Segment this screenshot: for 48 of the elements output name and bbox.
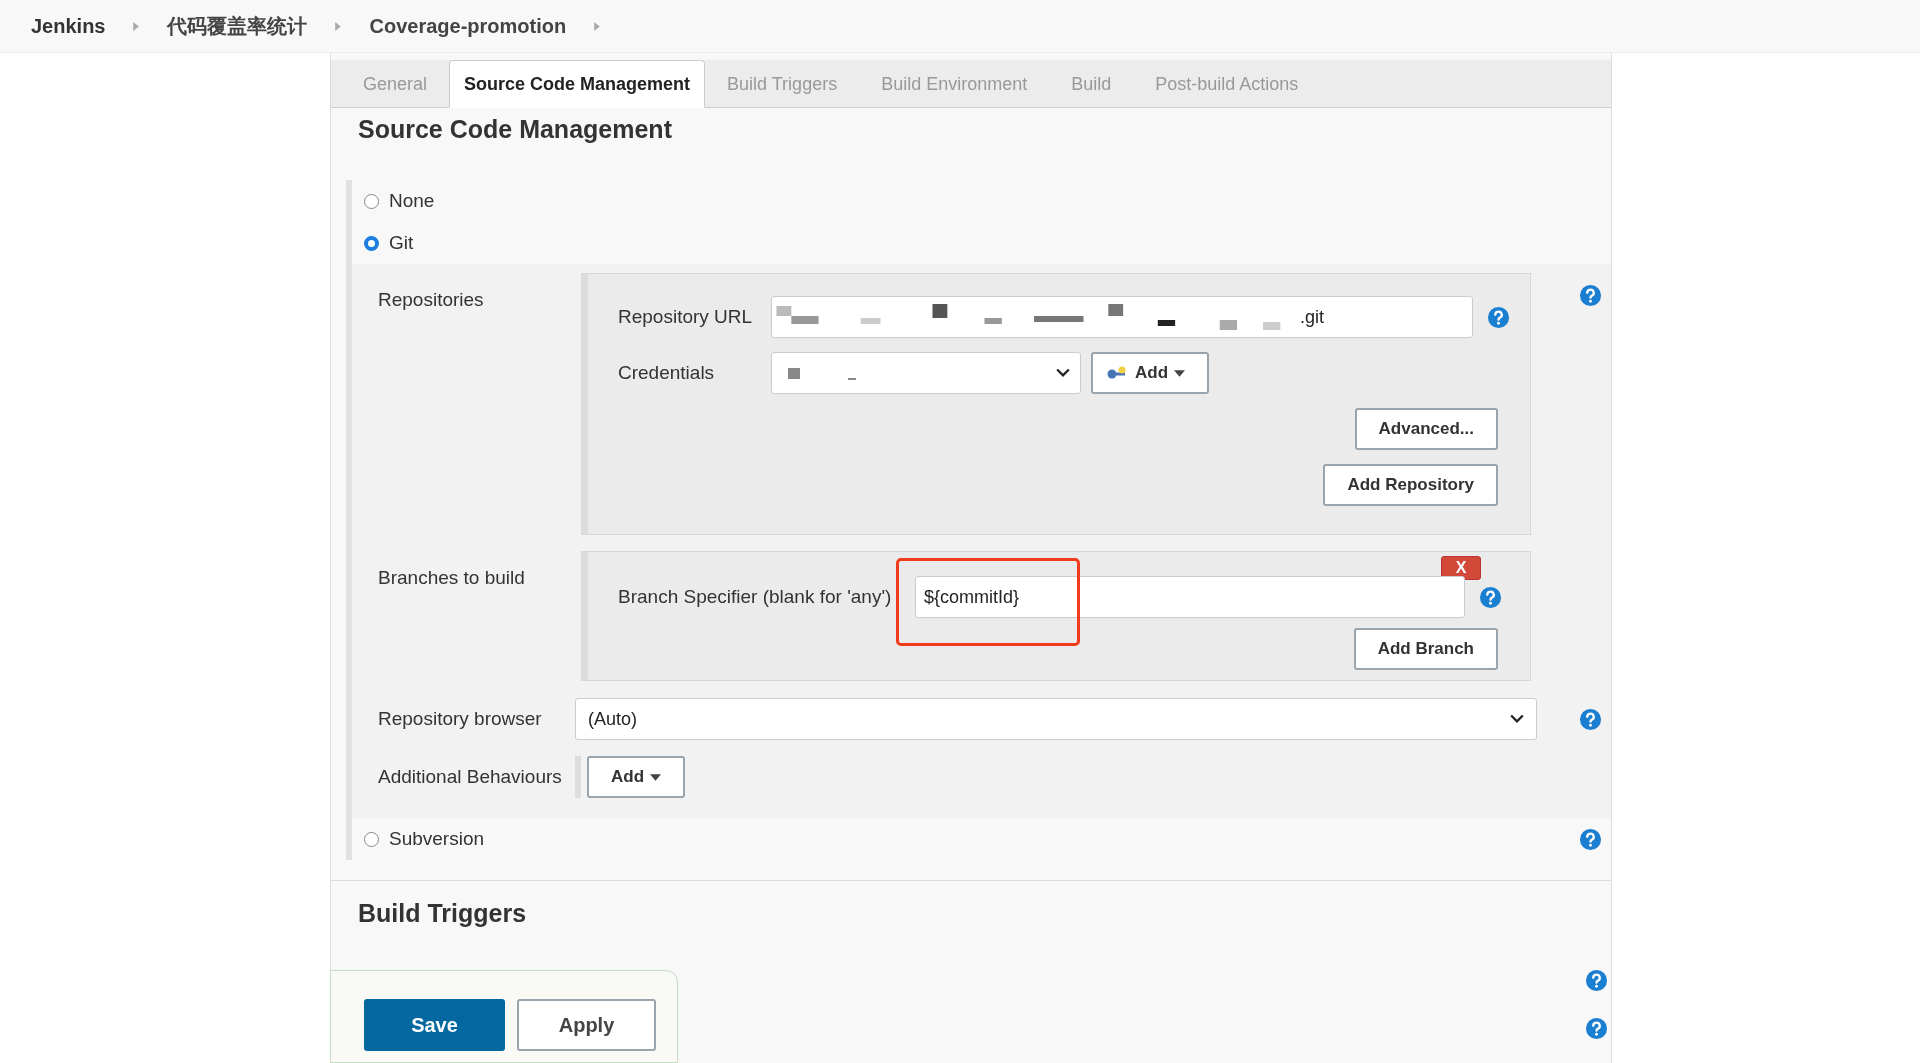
field-label: Credentials [618, 362, 716, 384]
add-branch-button[interactable]: Add Branch [1353, 628, 1498, 670]
field-label: Branch Specifier (blank for 'any') [618, 586, 893, 608]
radio-label: Git [389, 232, 414, 254]
field-label: Repository URL [618, 306, 754, 328]
tab[interactable]: Source Code Management [449, 60, 706, 108]
radio-label: None [389, 190, 435, 212]
field-value: (Auto) [587, 708, 638, 730]
breadcrumb-link[interactable]: Jenkins [31, 14, 106, 38]
field-value: ${commitId} [923, 586, 1020, 608]
chevron-icon[interactable] [594, 21, 601, 31]
add-behaviour-button[interactable]: Add [587, 756, 686, 798]
chevron-down-icon [1510, 714, 1524, 724]
chevron-down-icon [1056, 368, 1070, 378]
chevron-icon[interactable] [335, 21, 342, 31]
add-repository-button[interactable]: Add Repository [1323, 464, 1498, 506]
section-title: Source Code Management [358, 114, 673, 145]
radio-button[interactable] [364, 193, 379, 209]
help-icon[interactable] [1579, 284, 1602, 307]
input-field[interactable]: .git [771, 296, 1473, 338]
radio-button[interactable] [364, 831, 379, 847]
help-icon[interactable] [1579, 707, 1602, 731]
help-icon[interactable] [1579, 827, 1602, 851]
caret-icon [1174, 369, 1186, 377]
caret-icon [650, 773, 662, 781]
save-button[interactable]: Save [364, 999, 505, 1051]
field-value: .git [1299, 306, 1324, 328]
help-icon[interactable] [1585, 968, 1608, 992]
help-icon[interactable] [1479, 585, 1502, 609]
chevron-icon[interactable] [133, 21, 140, 31]
advanced-button[interactable]: Advanced... [1354, 408, 1498, 450]
field-label: Repositories [377, 288, 485, 312]
help-icon[interactable] [1585, 1016, 1608, 1040]
breadcrumb-link[interactable]: 代码覆盖率统计 [167, 12, 308, 40]
input-field[interactable]: ${commitId} [915, 576, 1465, 618]
help-icon[interactable] [1487, 305, 1510, 329]
section-title: Build Triggers [358, 898, 528, 929]
breadcrumb-link[interactable]: Coverage-promotion [369, 14, 567, 38]
radio-button[interactable] [364, 235, 379, 251]
radio-label: Subversion [389, 828, 485, 850]
field-label: Branches to build [377, 566, 526, 590]
field-label: Repository browser [377, 708, 543, 730]
delete-button[interactable]: X [1441, 556, 1481, 580]
field-label: Additional Behaviours [377, 766, 563, 788]
add-credentials-button[interactable]: Add [1091, 352, 1209, 394]
redaction-drawing [788, 366, 858, 380]
apply-button[interactable]: Apply [517, 999, 656, 1051]
repository-browser-dropdown[interactable]: (Auto) [575, 698, 1537, 740]
